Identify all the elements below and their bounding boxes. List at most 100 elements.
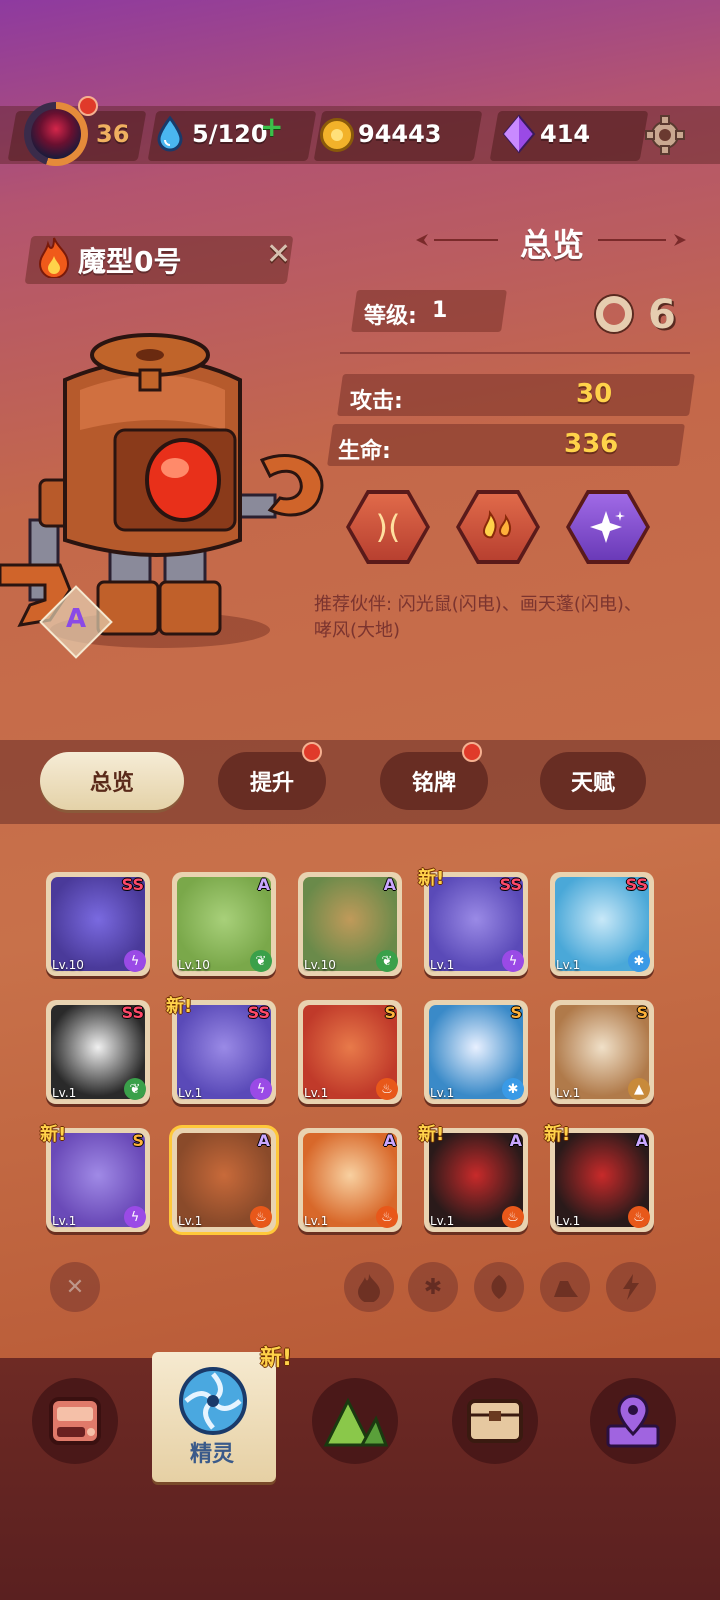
spirit-level: Lv.1 bbox=[178, 1214, 203, 1228]
spirit-card[interactable]: S Lv.1 ♨ bbox=[298, 1000, 402, 1104]
spirit-card[interactable]: S Lv.1 ✱ bbox=[424, 1000, 528, 1104]
spirit-rank: S bbox=[510, 1003, 522, 1022]
tab-talent[interactable]: 天赋 bbox=[540, 752, 646, 810]
spirit-rank: A bbox=[509, 1131, 522, 1150]
spirit-rank: A bbox=[257, 875, 270, 894]
spirit-level: Lv.10 bbox=[304, 958, 336, 972]
spirit-rank: SS bbox=[625, 875, 648, 894]
leaf-element-icon: ❦ bbox=[376, 950, 398, 972]
spirit-rank: S bbox=[384, 1003, 396, 1022]
leaf-element-icon: ❦ bbox=[250, 950, 272, 972]
spirit-level: Lv.1 bbox=[430, 1214, 455, 1228]
nameplate-notification-dot bbox=[462, 742, 482, 762]
spirit-level: Lv.1 bbox=[304, 1214, 329, 1228]
spirit-rank: A bbox=[383, 1131, 396, 1150]
nav-new-tag: 新! bbox=[260, 1346, 293, 1371]
attack-label: 攻击: bbox=[350, 389, 403, 414]
filter-fire-icon[interactable] bbox=[344, 1262, 394, 1312]
spirit-level: Lv.1 bbox=[52, 1086, 77, 1100]
divider bbox=[340, 352, 690, 354]
energy-value: 5/120 bbox=[192, 120, 268, 148]
title-ornament-left bbox=[414, 230, 498, 250]
spirit-level: Lv.1 bbox=[556, 958, 581, 972]
skill-sparkle-icon[interactable] bbox=[566, 490, 650, 564]
coins-value: 94443 bbox=[358, 120, 442, 148]
spirit-level: Lv.1 bbox=[178, 1086, 203, 1100]
mountain-icon bbox=[323, 1397, 388, 1447]
earth-element-icon: ▲ bbox=[628, 1078, 650, 1100]
spirit-card[interactable]: SS Lv.1 ❦ bbox=[46, 1000, 150, 1104]
new-tag: 新! bbox=[40, 1124, 67, 1145]
add-energy-button[interactable]: + bbox=[260, 110, 283, 143]
lightning-element-icon: ϟ bbox=[124, 950, 146, 972]
filter-ice-icon[interactable]: ✱ bbox=[408, 1262, 458, 1312]
spirit-card[interactable]: SS Lv.10 ϟ bbox=[46, 872, 150, 976]
spirit-rank: SS bbox=[499, 875, 522, 894]
lightning-element-icon: ϟ bbox=[502, 950, 524, 972]
spirit-orb-icon[interactable] bbox=[178, 1366, 248, 1436]
grade-letter: A bbox=[66, 604, 87, 634]
chest-icon bbox=[467, 1399, 523, 1443]
lock-count-icon[interactable]: 6 bbox=[648, 292, 676, 338]
fire-element-icon: ♨ bbox=[250, 1206, 272, 1228]
filter-lightning-icon[interactable] bbox=[606, 1262, 656, 1312]
skill-flame-icon[interactable] bbox=[456, 490, 540, 564]
recommended-partners-text: 推荐伙伴: 闪光鼠(闪电)、画天蓬(闪电)、哮风(大地) bbox=[314, 594, 642, 641]
spirit-level: Lv.1 bbox=[430, 958, 455, 972]
fire-element-icon: ♨ bbox=[376, 1078, 398, 1100]
spirit-card[interactable]: SS Lv.1 ✱ bbox=[550, 872, 654, 976]
nav-location[interactable] bbox=[590, 1378, 676, 1464]
character-illustration bbox=[0, 320, 330, 650]
nav-map-terrain[interactable] bbox=[312, 1378, 398, 1464]
ice-element-icon: ✱ bbox=[628, 950, 650, 972]
spirit-rank: SS bbox=[247, 1003, 270, 1022]
hp-label: 生命: bbox=[338, 439, 391, 464]
spirit-card-selected[interactable]: A Lv.1 ♨ bbox=[172, 1128, 276, 1232]
spirit-rank: A bbox=[257, 1131, 270, 1150]
gems-value: 414 bbox=[540, 120, 591, 148]
ring-icon[interactable] bbox=[596, 296, 632, 332]
spirit-card[interactable]: A Lv.1 ♨ bbox=[298, 1128, 402, 1232]
new-tag: 新! bbox=[418, 868, 445, 889]
spirit-card[interactable]: A Lv.10 ❦ bbox=[172, 872, 276, 976]
upgrade-notification-dot bbox=[302, 742, 322, 762]
nav-chest[interactable] bbox=[452, 1378, 538, 1464]
lightning-element-icon: ϟ bbox=[250, 1078, 272, 1100]
title-ornament-right bbox=[598, 230, 688, 250]
spirit-level: Lv.1 bbox=[304, 1086, 329, 1100]
filter-leaf-icon[interactable] bbox=[474, 1262, 524, 1312]
tab-overview[interactable]: 总览 bbox=[40, 752, 184, 810]
backpack-icon bbox=[49, 1397, 101, 1445]
nav-backpack[interactable] bbox=[32, 1378, 118, 1464]
skill-moon-icon[interactable]: )( bbox=[346, 490, 430, 564]
clear-filter-icon[interactable]: ✕ bbox=[50, 1262, 100, 1312]
overview-title: 总览 bbox=[520, 226, 585, 264]
close-icon[interactable]: ✕ bbox=[266, 240, 296, 270]
leaf-element-icon: ❦ bbox=[124, 1078, 146, 1100]
nav-spirits-label: 精灵 bbox=[190, 1442, 235, 1467]
lightning-element-icon: ϟ bbox=[124, 1206, 146, 1228]
settings-gear-icon[interactable] bbox=[644, 114, 686, 156]
level-label: 等级: bbox=[364, 304, 417, 329]
spirit-rank: SS bbox=[121, 1003, 144, 1022]
level-value: 1 bbox=[432, 298, 448, 323]
fire-element-icon: ♨ bbox=[628, 1206, 650, 1228]
spirit-card[interactable]: S Lv.1 ▲ bbox=[550, 1000, 654, 1104]
new-tag: 新! bbox=[166, 996, 193, 1017]
attack-value: 30 bbox=[576, 379, 613, 409]
spirit-level: Lv.1 bbox=[52, 1214, 77, 1228]
new-tag: 新! bbox=[544, 1124, 571, 1145]
spirit-rank: A bbox=[383, 875, 396, 894]
avatar-notification-dot bbox=[78, 96, 98, 116]
player-avatar[interactable] bbox=[24, 102, 88, 166]
location-pin-icon bbox=[606, 1394, 660, 1448]
spirit-rank: S bbox=[636, 1003, 648, 1022]
spirit-level: Lv.10 bbox=[178, 958, 210, 972]
filter-earth-icon[interactable] bbox=[540, 1262, 590, 1312]
character-name: 魔型0号 bbox=[78, 245, 182, 278]
spirit-card[interactable]: A Lv.10 ❦ bbox=[298, 872, 402, 976]
spirit-level: Lv.1 bbox=[430, 1086, 455, 1100]
hp-value: 336 bbox=[564, 429, 619, 459]
spirit-rank: A bbox=[635, 1131, 648, 1150]
fire-element-icon: ♨ bbox=[376, 1206, 398, 1228]
